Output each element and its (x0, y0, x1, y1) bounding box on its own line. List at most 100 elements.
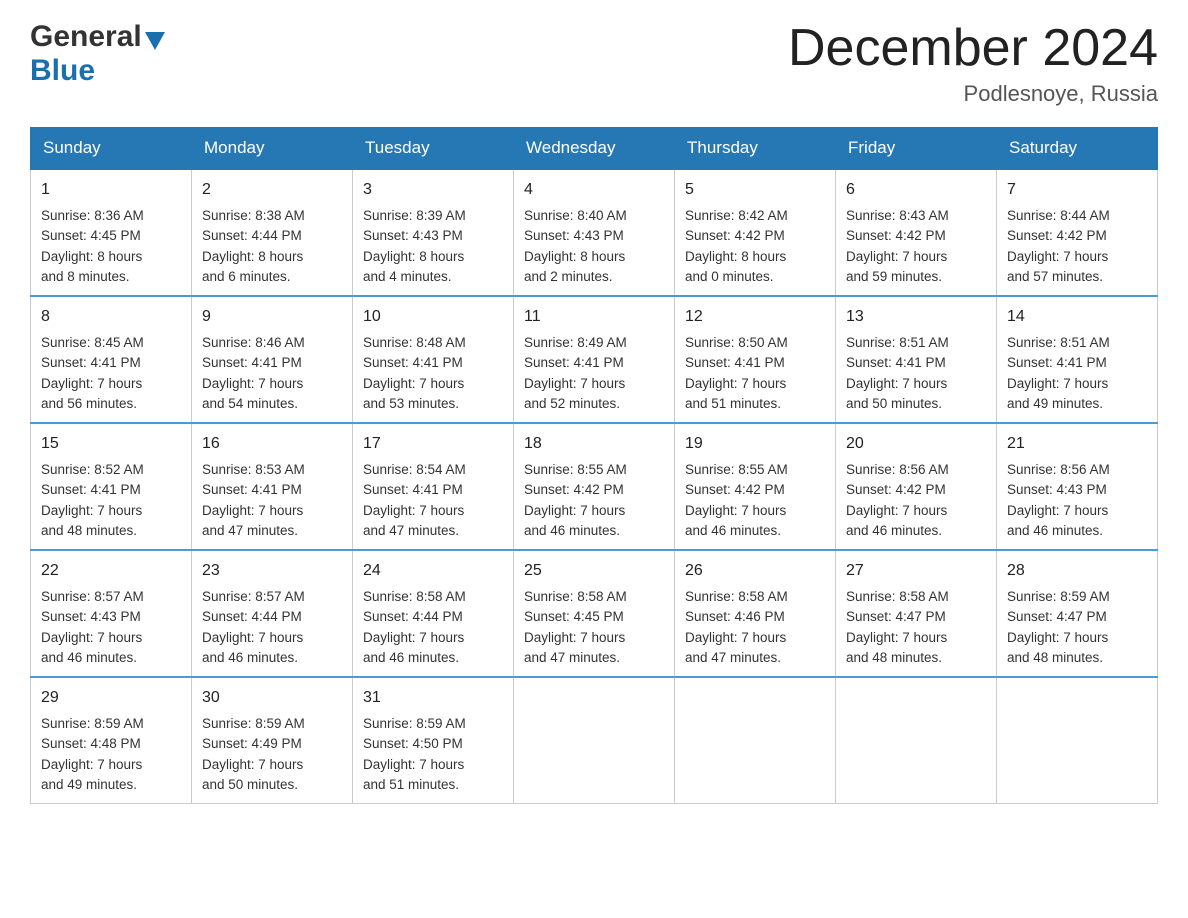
daylight-minutes: and 53 minutes. (363, 396, 459, 411)
sunrise-text: Sunrise: 8:39 AM (363, 208, 466, 223)
sunset-text: Sunset: 4:47 PM (1007, 609, 1107, 624)
col-friday: Friday (836, 128, 997, 170)
sunrise-text: Sunrise: 8:55 AM (524, 462, 627, 477)
daylight-minutes: and 46 minutes. (846, 523, 942, 538)
table-row: 27 Sunrise: 8:58 AM Sunset: 4:47 PM Dayl… (836, 550, 997, 677)
table-row: 15 Sunrise: 8:52 AM Sunset: 4:41 PM Dayl… (31, 423, 192, 550)
sunset-text: Sunset: 4:44 PM (202, 609, 302, 624)
daylight-minutes: and 47 minutes. (202, 523, 298, 538)
table-row: 29 Sunrise: 8:59 AM Sunset: 4:48 PM Dayl… (31, 677, 192, 804)
daylight-text: Daylight: 7 hours (202, 376, 303, 391)
table-row: 17 Sunrise: 8:54 AM Sunset: 4:41 PM Dayl… (353, 423, 514, 550)
day-number: 4 (524, 178, 664, 202)
daylight-text: Daylight: 7 hours (685, 503, 786, 518)
sunset-text: Sunset: 4:41 PM (1007, 355, 1107, 370)
daylight-minutes: and 46 minutes. (685, 523, 781, 538)
daylight-minutes: and 48 minutes. (1007, 650, 1103, 665)
sunset-text: Sunset: 4:44 PM (363, 609, 463, 624)
table-row: 22 Sunrise: 8:57 AM Sunset: 4:43 PM Dayl… (31, 550, 192, 677)
daylight-minutes: and 46 minutes. (524, 523, 620, 538)
day-number: 17 (363, 432, 503, 456)
table-row: 25 Sunrise: 8:58 AM Sunset: 4:45 PM Dayl… (514, 550, 675, 677)
sunset-text: Sunset: 4:43 PM (41, 609, 141, 624)
calendar-week-row: 29 Sunrise: 8:59 AM Sunset: 4:48 PM Dayl… (31, 677, 1158, 804)
sunrise-text: Sunrise: 8:52 AM (41, 462, 144, 477)
table-row: 14 Sunrise: 8:51 AM Sunset: 4:41 PM Dayl… (997, 296, 1158, 423)
daylight-minutes: and 8 minutes. (41, 269, 130, 284)
daylight-minutes: and 51 minutes. (685, 396, 781, 411)
day-number: 30 (202, 686, 342, 710)
sunrise-text: Sunrise: 8:44 AM (1007, 208, 1110, 223)
daylight-text: Daylight: 7 hours (363, 630, 464, 645)
sunrise-text: Sunrise: 8:57 AM (202, 589, 305, 604)
sunset-text: Sunset: 4:46 PM (685, 609, 785, 624)
sunset-text: Sunset: 4:47 PM (846, 609, 946, 624)
sunset-text: Sunset: 4:41 PM (363, 482, 463, 497)
table-row: 11 Sunrise: 8:49 AM Sunset: 4:41 PM Dayl… (514, 296, 675, 423)
day-number: 26 (685, 559, 825, 583)
col-monday: Monday (192, 128, 353, 170)
sunset-text: Sunset: 4:43 PM (363, 228, 463, 243)
daylight-minutes: and 6 minutes. (202, 269, 291, 284)
table-row: 12 Sunrise: 8:50 AM Sunset: 4:41 PM Dayl… (675, 296, 836, 423)
daylight-minutes: and 51 minutes. (363, 777, 459, 792)
sunrise-text: Sunrise: 8:56 AM (1007, 462, 1110, 477)
sunrise-text: Sunrise: 8:58 AM (363, 589, 466, 604)
table-row (675, 677, 836, 804)
daylight-minutes: and 59 minutes. (846, 269, 942, 284)
daylight-text: Daylight: 8 hours (202, 249, 303, 264)
table-row: 7 Sunrise: 8:44 AM Sunset: 4:42 PM Dayli… (997, 169, 1158, 296)
day-number: 10 (363, 305, 503, 329)
daylight-minutes: and 54 minutes. (202, 396, 298, 411)
daylight-text: Daylight: 7 hours (524, 630, 625, 645)
logo-blue-text: Blue (30, 54, 95, 87)
daylight-text: Daylight: 8 hours (363, 249, 464, 264)
daylight-minutes: and 49 minutes. (1007, 396, 1103, 411)
sunrise-text: Sunrise: 8:51 AM (846, 335, 949, 350)
day-number: 11 (524, 305, 664, 329)
daylight-minutes: and 2 minutes. (524, 269, 613, 284)
daylight-text: Daylight: 7 hours (846, 249, 947, 264)
daylight-minutes: and 56 minutes. (41, 396, 137, 411)
daylight-text: Daylight: 7 hours (202, 757, 303, 772)
logo-general-text: General (30, 20, 142, 54)
sunrise-text: Sunrise: 8:53 AM (202, 462, 305, 477)
sunrise-text: Sunrise: 8:40 AM (524, 208, 627, 223)
daylight-text: Daylight: 8 hours (524, 249, 625, 264)
sunrise-text: Sunrise: 8:56 AM (846, 462, 949, 477)
calendar-header-row: Sunday Monday Tuesday Wednesday Thursday… (31, 128, 1158, 170)
title-section: December 2024 Podlesnoye, Russia (788, 20, 1158, 107)
table-row: 10 Sunrise: 8:48 AM Sunset: 4:41 PM Dayl… (353, 296, 514, 423)
col-saturday: Saturday (997, 128, 1158, 170)
table-row: 8 Sunrise: 8:45 AM Sunset: 4:41 PM Dayli… (31, 296, 192, 423)
day-number: 23 (202, 559, 342, 583)
daylight-text: Daylight: 8 hours (41, 249, 142, 264)
calendar-week-row: 8 Sunrise: 8:45 AM Sunset: 4:41 PM Dayli… (31, 296, 1158, 423)
day-number: 21 (1007, 432, 1147, 456)
sunset-text: Sunset: 4:41 PM (524, 355, 624, 370)
sunrise-text: Sunrise: 8:45 AM (41, 335, 144, 350)
sunset-text: Sunset: 4:41 PM (202, 355, 302, 370)
table-row: 26 Sunrise: 8:58 AM Sunset: 4:46 PM Dayl… (675, 550, 836, 677)
daylight-text: Daylight: 7 hours (524, 503, 625, 518)
table-row (514, 677, 675, 804)
sunset-text: Sunset: 4:45 PM (41, 228, 141, 243)
daylight-text: Daylight: 7 hours (685, 376, 786, 391)
table-row: 28 Sunrise: 8:59 AM Sunset: 4:47 PM Dayl… (997, 550, 1158, 677)
daylight-minutes: and 49 minutes. (41, 777, 137, 792)
sunset-text: Sunset: 4:41 PM (363, 355, 463, 370)
col-sunday: Sunday (31, 128, 192, 170)
daylight-minutes: and 52 minutes. (524, 396, 620, 411)
daylight-minutes: and 47 minutes. (685, 650, 781, 665)
day-number: 14 (1007, 305, 1147, 329)
col-thursday: Thursday (675, 128, 836, 170)
daylight-text: Daylight: 7 hours (685, 630, 786, 645)
sunrise-text: Sunrise: 8:43 AM (846, 208, 949, 223)
daylight-text: Daylight: 7 hours (846, 630, 947, 645)
sunset-text: Sunset: 4:49 PM (202, 736, 302, 751)
calendar-week-row: 1 Sunrise: 8:36 AM Sunset: 4:45 PM Dayli… (31, 169, 1158, 296)
sunrise-text: Sunrise: 8:58 AM (846, 589, 949, 604)
daylight-minutes: and 48 minutes. (846, 650, 942, 665)
sunset-text: Sunset: 4:44 PM (202, 228, 302, 243)
day-number: 3 (363, 178, 503, 202)
